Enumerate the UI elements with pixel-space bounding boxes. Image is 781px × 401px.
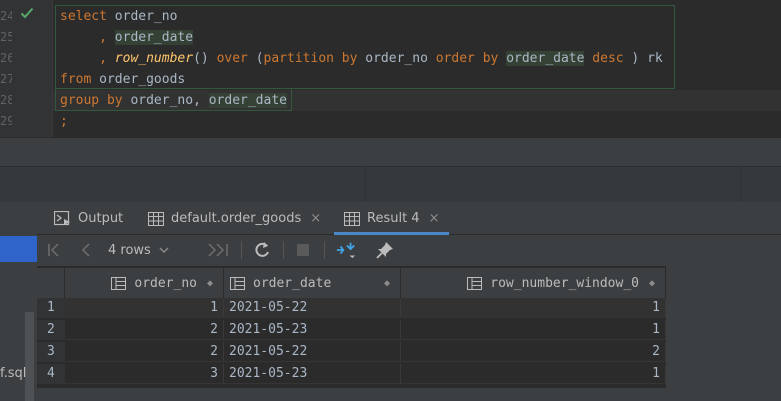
cell-order-no[interactable]: 1 <box>65 298 224 318</box>
sort-icon[interactable]: ◆ <box>207 278 213 289</box>
row-number[interactable]: 1 <box>37 298 65 318</box>
rows-count-dropdown[interactable]: 4 rows <box>108 240 169 262</box>
tab-output-label: Output <box>78 211 124 226</box>
cell-row-number-window-0[interactable]: 2 <box>401 342 666 362</box>
tab-result-4[interactable]: Result 4 × <box>334 202 450 235</box>
toolbar-separator <box>283 241 284 259</box>
code-line[interactable]: , row_number() over (partition by order_… <box>60 48 663 69</box>
stop-icon[interactable] <box>294 240 312 260</box>
header-divider <box>740 166 741 202</box>
tab-default-order-goods[interactable]: default.order_goods × <box>148 202 321 235</box>
sort-icon[interactable]: ◆ <box>384 278 390 289</box>
chevron-down-icon <box>159 247 169 253</box>
code-token: row_number <box>114 51 194 66</box>
row-number[interactable]: 3 <box>37 342 65 362</box>
column-table-icon <box>230 276 245 290</box>
console-icon <box>54 211 70 226</box>
code-line[interactable]: , order_date <box>60 27 194 48</box>
table-icon <box>344 211 360 226</box>
code-token: ; <box>60 114 68 129</box>
code-token: order_date <box>114 30 194 45</box>
column-header-label: row_number_window_0 <box>490 275 639 291</box>
last-page-icon[interactable] <box>211 240 233 260</box>
transpose-layout-icon[interactable] <box>333 240 359 260</box>
code-line[interactable]: ; <box>60 111 68 132</box>
column-table-icon <box>467 276 483 290</box>
code-token: order_no <box>357 51 436 66</box>
gutter-separator <box>52 0 53 137</box>
line-number: 24 <box>0 9 12 23</box>
row-number[interactable]: 2 <box>37 320 65 340</box>
row-number[interactable]: 4 <box>37 364 65 384</box>
column-header-label: order_date <box>253 275 332 291</box>
code-token: , <box>60 51 115 66</box>
code-token: order by <box>435 51 499 66</box>
services-tree-scrollbar[interactable] <box>25 312 34 401</box>
code-token: order_no, <box>122 93 209 108</box>
code-token: group by <box>60 93 123 108</box>
code-token: , <box>60 30 115 45</box>
services-header-bar <box>0 166 781 202</box>
grid-corner <box>37 268 65 298</box>
cell-row-number-window-0[interactable]: 1 <box>401 364 666 384</box>
line-number: 28 <box>0 93 12 107</box>
cell-row-number-window-0[interactable]: 1 <box>401 298 666 318</box>
code-token: ) rk <box>623 51 663 66</box>
toolbar-separator <box>324 241 325 259</box>
cell-order-no[interactable]: 3 <box>65 364 224 384</box>
code-token: order_goods <box>91 72 186 87</box>
cell-order-no[interactable]: 2 <box>65 320 224 340</box>
code-token: select <box>60 9 107 24</box>
code-token: order_date <box>208 93 287 108</box>
toolbar-separator <box>241 241 242 259</box>
check-icon <box>20 7 34 19</box>
cell-order-date[interactable]: 2021-05-22 <box>224 342 401 362</box>
cell-order-date[interactable]: 2021-05-23 <box>224 320 401 340</box>
tab-default-order-goods-label: default.order_goods <box>171 211 302 226</box>
line-number: 29 <box>0 114 12 128</box>
table-icon <box>148 211 164 226</box>
close-icon[interactable]: × <box>310 211 321 226</box>
code-token: order_no <box>106 9 178 24</box>
code-token: from <box>60 72 92 87</box>
tab-result-4-label: Result 4 <box>367 211 420 226</box>
column-header-label: order_no <box>134 275 197 291</box>
editor-status-strip <box>0 137 781 166</box>
refresh-icon[interactable] <box>252 240 272 260</box>
column-table-icon <box>111 276 127 290</box>
sort-icon[interactable]: ◆ <box>649 278 655 289</box>
column-header-row-number-window-0[interactable]: row_number_window_0 ◆ <box>401 268 666 298</box>
cell-order-date[interactable]: 2021-05-23 <box>224 364 401 384</box>
services-tree-file-label[interactable]: f.sql <box>0 364 26 384</box>
code-token: ( <box>247 51 264 66</box>
line-number: 25 <box>0 30 12 44</box>
rows-count-label: 4 rows <box>108 243 151 258</box>
code-line[interactable]: from order_goods <box>60 69 185 90</box>
column-header-order-date[interactable]: order_date ◆ <box>224 268 401 298</box>
line-number: 26 <box>0 51 12 65</box>
cell-order-no[interactable]: 2 <box>65 342 224 362</box>
column-header-order-no[interactable]: order_no ◆ <box>65 268 224 298</box>
code-token: partition by <box>263 51 358 66</box>
tab-output[interactable]: Output <box>54 202 123 235</box>
close-icon[interactable]: × <box>429 211 440 226</box>
code-line[interactable]: group by order_no, order_date <box>60 90 287 111</box>
header-divider <box>365 166 366 202</box>
code-token: over <box>216 51 248 66</box>
previous-page-icon[interactable] <box>77 240 95 260</box>
line-number: 27 <box>0 72 12 86</box>
cell-row-number-window-0[interactable]: 1 <box>401 320 666 340</box>
code-editor[interactable]: 24 25 26 27 28 29 select order_no , order_dat… <box>0 0 781 137</box>
first-page-icon[interactable] <box>45 240 63 260</box>
services-tree-selected-item[interactable] <box>0 236 37 262</box>
cell-order-date[interactable]: 2021-05-22 <box>224 298 401 318</box>
code-token: desc <box>584 51 624 66</box>
code-token: () <box>193 51 217 66</box>
code-token: order_date <box>506 51 585 66</box>
pin-icon[interactable] <box>375 240 395 260</box>
code-line[interactable]: select order_no <box>60 6 177 27</box>
